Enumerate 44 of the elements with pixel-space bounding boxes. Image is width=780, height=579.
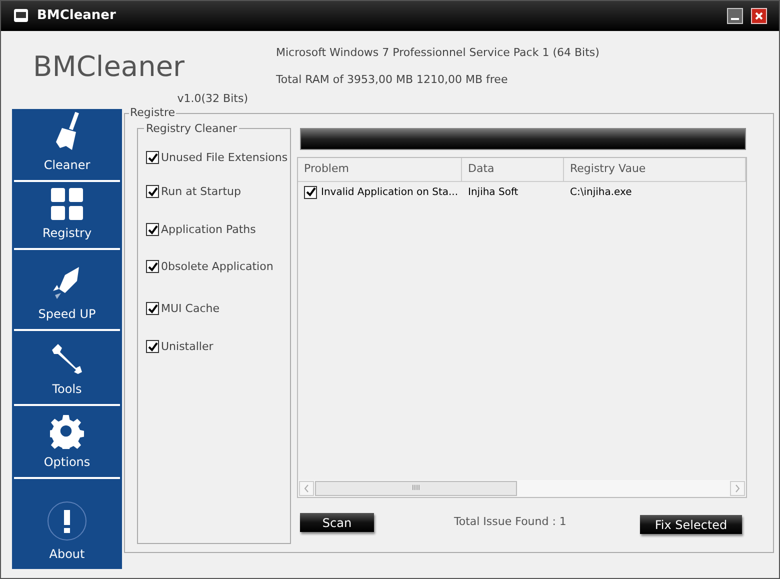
checkbox[interactable] (146, 260, 159, 273)
checkbox[interactable] (146, 340, 159, 353)
fix-selected-button[interactable]: Fix Selected (640, 515, 742, 534)
group-title: Registre (129, 105, 176, 122)
app-name: BMCleaner (33, 53, 186, 81)
option-label: Run at Startup (161, 185, 241, 198)
minimize-button[interactable] (727, 8, 743, 24)
option-label: Unused File Extensions (161, 151, 288, 164)
sidebar-item[interactable]: Registry (14, 182, 120, 250)
checkbox[interactable] (146, 302, 159, 315)
table-cell-text: C:\injiha.exe (569, 186, 633, 200)
table-row[interactable]: Invalid Application on Sta... Injiha Soft C:\injiha.exe (298, 182, 746, 202)
sidebar-item[interactable]: Cleaner (14, 109, 120, 182)
ram-info: Total RAM of 3953,00 MB 1210,00 MB free (276, 72, 509, 88)
table-cell-text: Invalid Application on Sta... (321, 186, 458, 200)
sidebar-item[interactable]: Speed UP (14, 250, 120, 331)
option-label: MUI Cache (161, 302, 220, 315)
grid-icon (51, 188, 83, 220)
scan-button[interactable]: Scan (300, 513, 374, 532)
sidebar-item[interactable]: About (12, 479, 122, 569)
close-icon (755, 12, 763, 20)
column-header[interactable]: Registry Vaue (564, 158, 746, 181)
checkbox[interactable] (304, 186, 317, 198)
checkbox[interactable] (146, 185, 159, 198)
gear-icon (50, 415, 84, 449)
app-icon (13, 8, 29, 24)
os-info: Microsoft Windows 7 Professionnel Service Pack 1 (64 Bits) (276, 45, 600, 61)
option-label: 0bsolete Application (161, 260, 274, 273)
sidebar-item[interactable]: Tools (14, 331, 120, 406)
group-title: Registry Cleaner (144, 121, 240, 138)
table-cell-text: Injiha Soft (467, 186, 520, 200)
wrench-icon (50, 342, 84, 376)
sidebar-item[interactable]: Options (14, 406, 120, 479)
status-text: Total Issue Found : 1 (454, 514, 568, 530)
window-title: BMCleaner (37, 7, 116, 26)
option-label: Application Paths (161, 223, 256, 236)
column-header[interactable]: Data (462, 158, 564, 181)
alert-icon (47, 501, 87, 541)
close-button[interactable] (751, 8, 767, 24)
checkbox[interactable] (146, 223, 159, 236)
version-label: v1.0(32 Bits) (177, 91, 248, 107)
column-header[interactable]: Problem (298, 158, 462, 181)
checkbox[interactable] (146, 151, 159, 164)
option-label: Unistaller (161, 340, 214, 353)
